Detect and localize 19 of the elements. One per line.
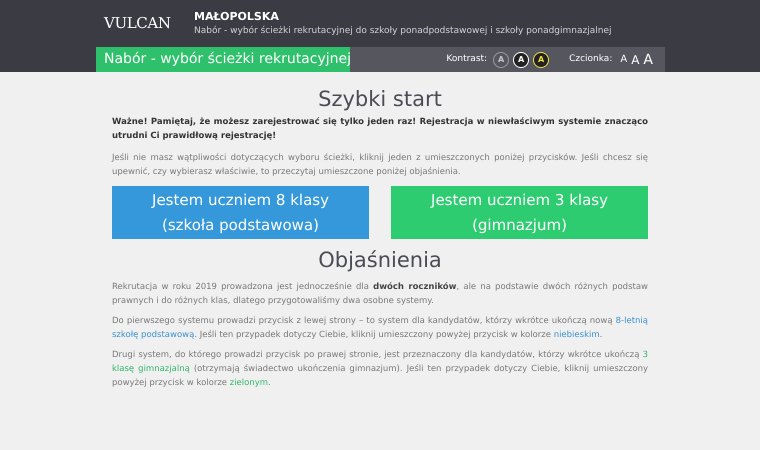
contrast-button[interactable]: A	[533, 52, 550, 68]
contrast-label: Kontrast:	[446, 52, 488, 66]
font-size-button[interactable]: A	[643, 52, 653, 66]
contrast-button[interactable]: A	[513, 52, 530, 68]
font-size-button[interactable]: A	[620, 54, 628, 64]
contrast-button[interactable]: A	[493, 52, 510, 68]
section-heading: Objaśnienia	[317, 247, 443, 274]
font-size-button[interactable]: A	[631, 54, 640, 66]
section-heading: Szybki start	[317, 86, 443, 113]
explanation-paragraph: Rekrutacja w roku 2019 prowadzona jest jednocześnie dla dwóch roczników, ale na podstawie dwóch różnych podstaw prawnych i do różnych klas, dlatego przygotowaliśmy dwa osobne systemy.	[112, 281, 648, 308]
page-title: Nabór - wybór ścieżki rekrutacyjnej	[96, 47, 350, 72]
intro-text: Jeśli nie masz wątpliwości dotyczących wyboru ścieżki, kliknij jeden z umieszczonych poniżej przycisków. Jeśli chcesz się upewnić, czy wybierasz właściwie, to przeczytaj umieszczone poniżej objaśnienia.	[112, 152, 648, 179]
logo: VULCAN	[104, 13, 172, 34]
warning-text: Ważne! Pamiętaj, że możesz zarejestrować się tylko jeden raz! Rejestracja w niewłaściwym systemie znacząco utrudni Ci prawidłową rejestrację!	[112, 116, 648, 143]
font-size-label: Czcionka:	[569, 52, 612, 66]
region-title: MAŁOPOLSKA	[194, 8, 280, 24]
explanation-paragraph: Do pierwszego systemu prowadzi przycisk z lewej strony – to system dla kandydatów, którzy wkrótce ukończą nową 8-letnią szkołę podstawową. Jeśli ten przypadek dotyczy Ciebie, kliknij umieszczony powyżej przycisk w kolorze niebieskim.	[112, 315, 648, 342]
header-subtitle: Nabór - wybór ścieżki rekrutacyjnej do szkoły ponadpodstawowej i szkoły ponadgimnazjalnej	[194, 25, 612, 38]
explanation-paragraph: Drugi system, do którego prowadzi przycisk po prawej stronie, jest przeznaczony dla kandydatów, którzy wkrótce ukończą 3 klasę gimnazjalną (otrzymają świadectwo ukończenia gimnazjum). Jeśli ten przypadek dotyczy Ciebie, kliknij umieszczony powyżej przycisk w kolorze zielonym.	[112, 349, 648, 390]
